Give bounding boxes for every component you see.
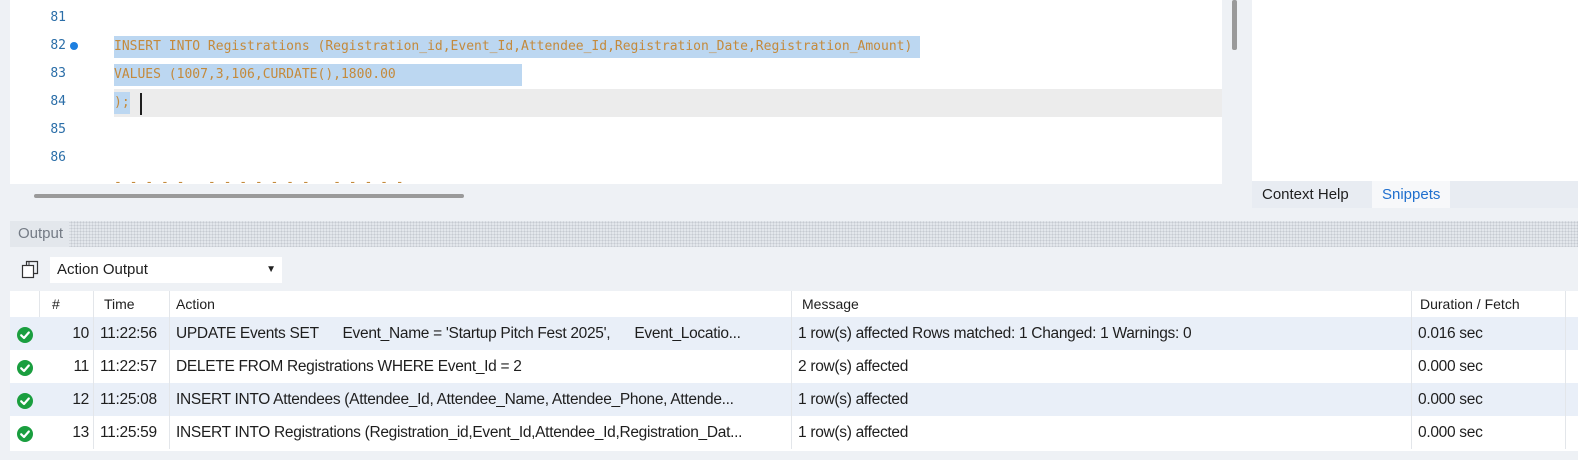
line-number: 82 (50, 38, 66, 53)
action-output-grid: # Time Action Message Duration / Fetch 1… (10, 291, 1578, 451)
tab-snippets[interactable]: Snippets (1372, 181, 1451, 208)
success-check-icon (17, 327, 33, 343)
row-time: 11:25:08 (94, 383, 170, 416)
row-number: 12 (40, 383, 94, 416)
row-action: DELETE FROM Registrations WHERE Event_Id… (170, 350, 792, 383)
success-check-icon (17, 393, 33, 409)
row-time: 11:25:59 (94, 416, 170, 449)
output-panel-title: Output (10, 221, 70, 247)
line-number: 85 (50, 122, 66, 137)
column-header-action[interactable]: Action (170, 291, 792, 317)
table-row[interactable]: 12 11:25:08 INSERT INTO Attendees (Atten… (10, 383, 1578, 416)
copy-icon[interactable] (20, 258, 42, 280)
success-check-icon (17, 360, 33, 376)
status-cell (10, 416, 40, 449)
line-number: 81 (50, 10, 66, 25)
row-number: 13 (40, 416, 94, 449)
code-line: 85 (10, 116, 1222, 144)
code-line: 81 (10, 4, 1222, 32)
output-type-select[interactable]: Action Output ▼ (50, 257, 282, 283)
column-header-message[interactable]: Message (792, 291, 1412, 317)
row-message: 1 row(s) affected Rows matched: 1 Change… (792, 317, 1412, 350)
code-line: 84 ); (10, 88, 1222, 116)
line-number: 84 (50, 94, 66, 109)
code-line: 82 INSERT INTO Registrations (Registrati… (10, 32, 1222, 60)
row-message: 1 row(s) affected (792, 416, 1412, 449)
code-text[interactable]: ); (114, 92, 130, 114)
side-panel-content (1252, 0, 1578, 182)
row-message: 2 row(s) affected (792, 350, 1412, 383)
row-duration: 0.016 sec (1412, 317, 1566, 350)
code-text[interactable]: VALUES (1007,3,106,CURDATE(),1800.00 (114, 64, 522, 86)
row-duration: 0.000 sec (1412, 383, 1566, 416)
output-toolbar: Action Output ▼ (10, 252, 1578, 288)
row-message: 1 row(s) affected (792, 383, 1412, 416)
row-action: INSERT INTO Registrations (Registration_… (170, 416, 792, 449)
statement-marker-icon[interactable] (70, 42, 78, 50)
row-time: 11:22:57 (94, 350, 170, 383)
column-header-time[interactable]: Time (94, 291, 170, 317)
row-time: 11:22:56 (94, 317, 170, 350)
row-action: UPDATE Events SET Event_Name = 'Startup … (170, 317, 792, 350)
status-cell (10, 383, 40, 416)
column-header-status[interactable] (10, 291, 40, 317)
table-row[interactable]: 10 11:22:56 UPDATE Events SET Event_Name… (10, 317, 1578, 350)
status-cell (10, 350, 40, 383)
code-text[interactable]: INSERT INTO Registrations (Registration_… (114, 36, 921, 58)
editor-vertical-scroll-thumb[interactable] (1232, 0, 1237, 50)
text-caret (140, 93, 142, 115)
table-row[interactable]: 11 11:22:57 DELETE FROM Registrations WH… (10, 350, 1578, 383)
tab-context-help[interactable]: Context Help (1252, 181, 1359, 208)
editor-horizontal-scroll-thumb[interactable] (34, 194, 464, 198)
code-line: 86 (10, 144, 1222, 172)
output-panel-header[interactable]: Output (10, 221, 1578, 247)
column-header-duration[interactable]: Duration / Fetch (1412, 291, 1566, 317)
column-header-number[interactable]: # (40, 291, 94, 317)
line-number: 86 (50, 150, 66, 165)
chevron-down-icon: ▼ (266, 264, 276, 275)
code-line: 83 VALUES (1007,3,106,CURDATE(),1800.00 (10, 60, 1222, 88)
sql-editor[interactable]: 81 82 INSERT INTO Registrations (Registr… (10, 0, 1222, 184)
row-duration: 0.000 sec (1412, 350, 1566, 383)
row-duration: 0.000 sec (1412, 416, 1566, 449)
grid-header: # Time Action Message Duration / Fetch (10, 291, 1578, 318)
line-number: 83 (50, 66, 66, 81)
side-panel-tabs: Context Help Snippets (1252, 181, 1578, 208)
cut-off-code-line: - - - - - . - - - - - - - . - - - - - (114, 175, 404, 185)
row-number: 10 (40, 317, 94, 350)
row-number: 11 (40, 350, 94, 383)
success-check-icon (17, 426, 33, 442)
status-cell (10, 317, 40, 350)
output-type-value: Action Output (57, 261, 148, 278)
table-row[interactable]: 13 11:25:59 INSERT INTO Registrations (R… (10, 416, 1578, 449)
row-action: INSERT INTO Attendees (Attendee_Id, Atte… (170, 383, 792, 416)
